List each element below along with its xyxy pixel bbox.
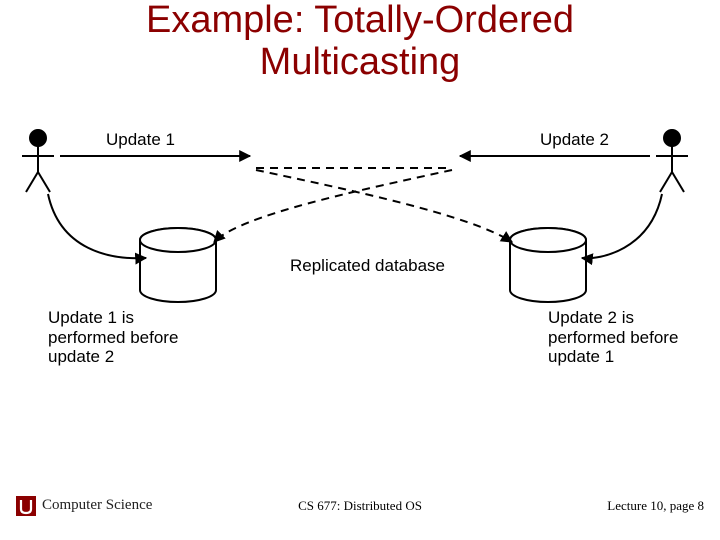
arrow-update2-to-left-db: [214, 170, 452, 242]
caption-left: Update 1 is performed before update 2: [48, 308, 178, 367]
database-icon-left: [140, 228, 216, 302]
label-replicated-db: Replicated database: [290, 256, 445, 276]
title-line-1: Example: Totally-Ordered: [146, 0, 574, 41]
caption-right: Update 2 is performed before update 1: [548, 308, 678, 367]
arrow-right-person-to-right-db: [582, 194, 662, 258]
label-update1: Update 1: [106, 130, 175, 150]
arrow-update1-to-right-db: [256, 170, 512, 242]
slide-title: Example: Totally-Ordered Multicasting: [0, 0, 720, 84]
label-update2: Update 2: [540, 130, 609, 150]
multicasting-diagram: Update 1 Update 2 Replicated database Up…: [0, 120, 720, 440]
person-icon-right: [656, 130, 688, 192]
person-icon-left: [22, 130, 54, 192]
title-line-2: Multicasting: [260, 41, 461, 83]
database-icon-right: [510, 228, 586, 302]
footer-right: Lecture 10, page 8: [607, 498, 704, 514]
arrow-left-person-to-left-db: [48, 194, 146, 258]
